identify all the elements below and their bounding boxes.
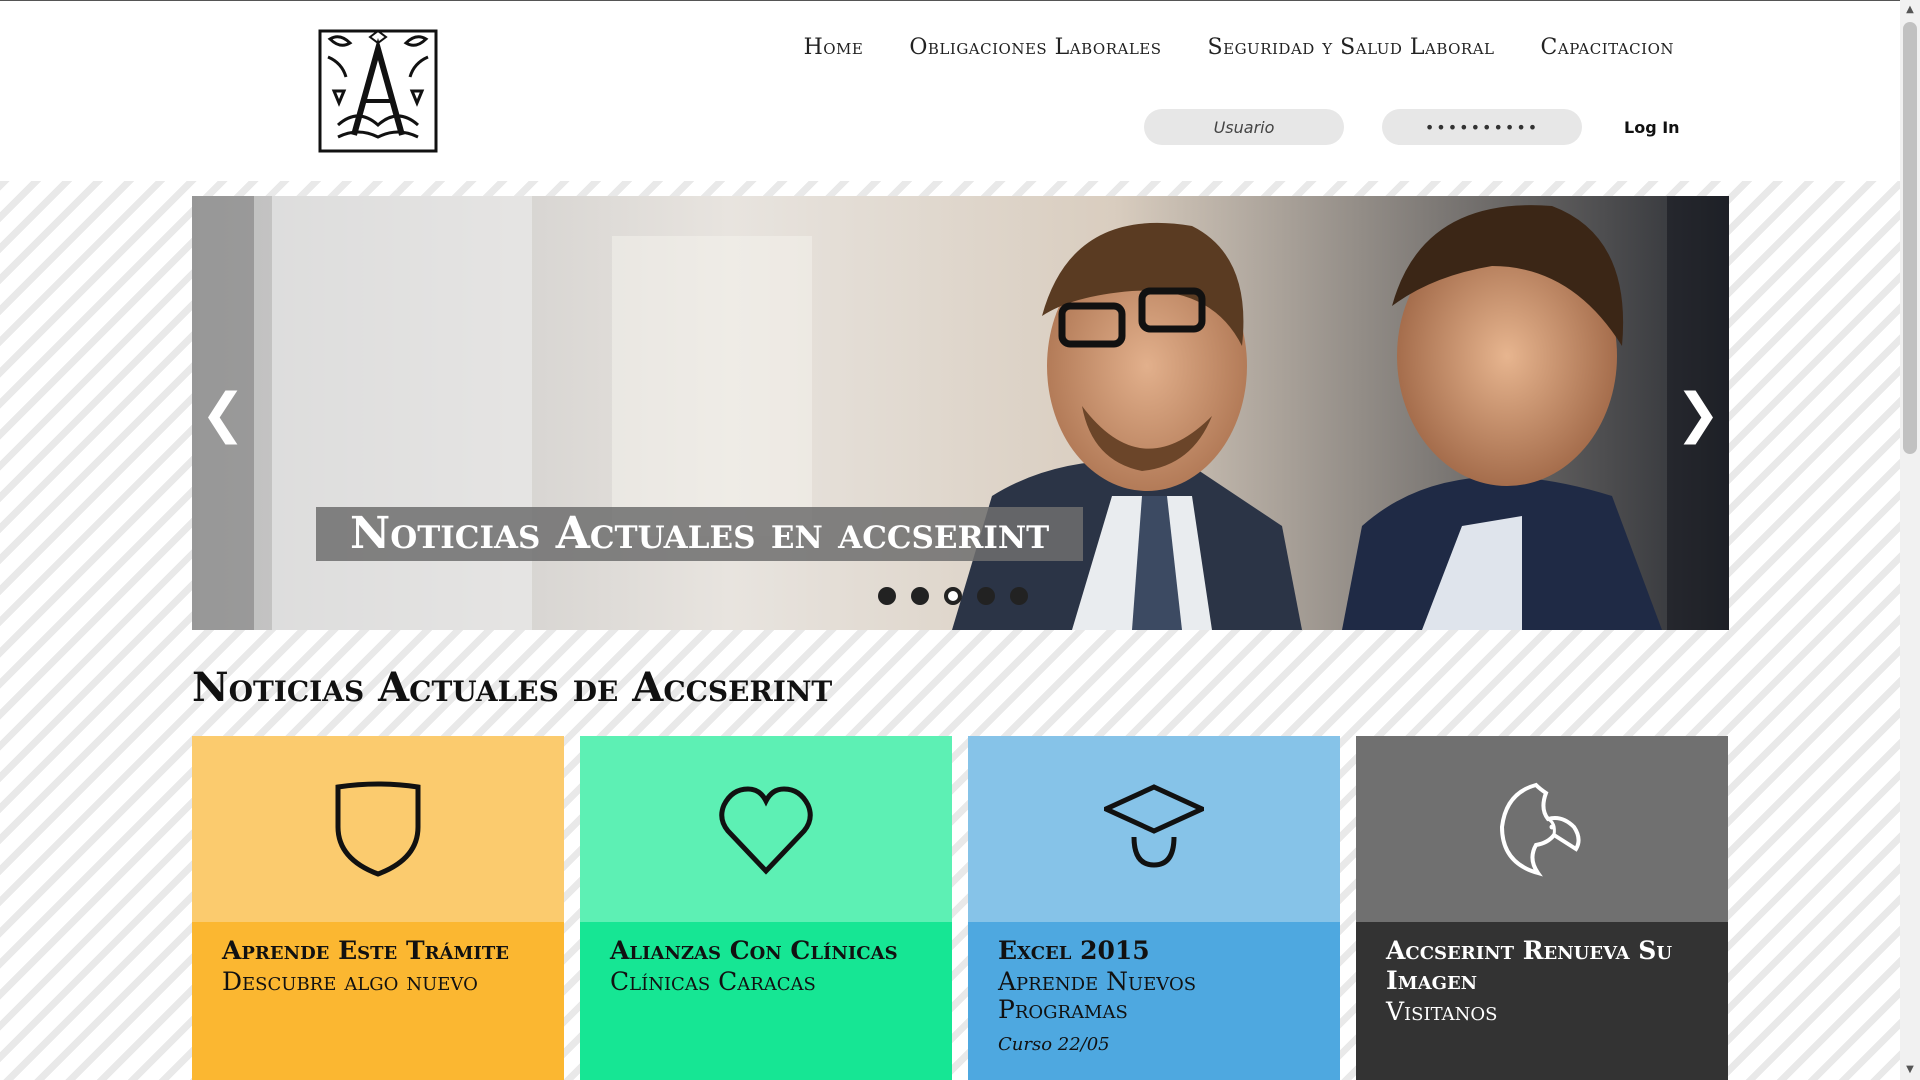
slider-prev-button[interactable]: ❮ [192,196,254,630]
news-cards: Aprende Este Trámite Descubre algo nuevo… [192,736,1729,1080]
scroll-up-icon[interactable]: ▲ [1904,4,1916,16]
news-card-clinicas[interactable]: Alianzas Con Clínicas Clínicas Caracas [580,736,952,1080]
slider-next-button[interactable]: ❯ [1667,196,1729,630]
card-bottom: Aprende Este Trámite Descubre algo nuevo [192,922,564,1080]
password-input[interactable] [1382,109,1582,145]
card-subtitle: Aprende Nuevos Programas [998,967,1197,1024]
card-meta: Curso 22/05 [998,1034,1110,1055]
card-title: Aprende Este Trámite [222,936,509,965]
card-title: Accserint Renueva Su Imagen [1386,936,1673,995]
slider-dots [878,587,1028,605]
slider-dot-5[interactable] [1010,587,1028,605]
vertical-scrollbar[interactable]: ▲ ▼ [1900,0,1920,1080]
graduation-cap-icon [1104,784,1204,868]
site-header: Home Obligaciones Laborales Seguridad y … [0,1,1900,181]
card-top [192,736,564,922]
card-bottom: Alianzas Con Clínicas Clínicas Caracas [580,922,952,1080]
news-heading: Noticias Actuales de Accserint [192,664,833,711]
slide-image [192,196,1729,630]
card-title: Excel 2015 [998,936,1150,965]
card-top [580,736,952,922]
bird-logo-icon [1499,782,1581,877]
login-form: Log In [1144,109,1680,145]
scroll-down-icon[interactable]: ▼ [1904,1064,1916,1076]
card-top [968,736,1340,922]
username-input[interactable] [1144,109,1344,145]
chevron-left-icon: ❮ [200,381,246,445]
main-nav: Home Obligaciones Laborales Seguridad y … [804,35,1674,60]
nav-obligaciones-laborales[interactable]: Obligaciones Laborales [909,35,1161,60]
shield-icon [335,781,421,877]
accserint-logo[interactable] [314,27,442,155]
slider-dot-4[interactable] [977,587,995,605]
login-button[interactable]: Log In [1624,118,1680,137]
card-bottom: Accserint Renueva Su Imagen Visitanos [1356,922,1728,1080]
card-top [1356,736,1728,922]
heart-icon [719,786,813,875]
slider-dot-1[interactable] [878,587,896,605]
slider-dot-3[interactable] [944,587,962,605]
nav-capacitacion[interactable]: Capacitacion [1541,35,1674,60]
news-card-imagen[interactable]: Accserint Renueva Su Imagen Visitanos [1356,736,1728,1080]
news-card-tramite[interactable]: Aprende Este Trámite Descubre algo nuevo [192,736,564,1080]
scrollbar-thumb[interactable] [1903,22,1917,454]
hero-slider: ❮ ❯ Noticias Actuales en accserint [192,196,1729,630]
card-subtitle: Clínicas Caracas [610,967,816,996]
slide-caption: Noticias Actuales en accserint [316,507,1084,561]
card-bottom: Excel 2015 Aprende Nuevos Programas Curs… [968,922,1340,1080]
nav-seguridad-salud-laboral[interactable]: Seguridad y Salud Laboral [1208,35,1495,60]
card-subtitle: Visitanos [1386,997,1498,1026]
card-title: Alianzas Con Clínicas [610,936,898,965]
slider-dot-2[interactable] [911,587,929,605]
nav-home[interactable]: Home [804,35,864,60]
news-card-excel[interactable]: Excel 2015 Aprende Nuevos Programas Curs… [968,736,1340,1080]
chevron-right-icon: ❯ [1675,381,1721,445]
card-subtitle: Descubre algo nuevo [222,967,478,996]
